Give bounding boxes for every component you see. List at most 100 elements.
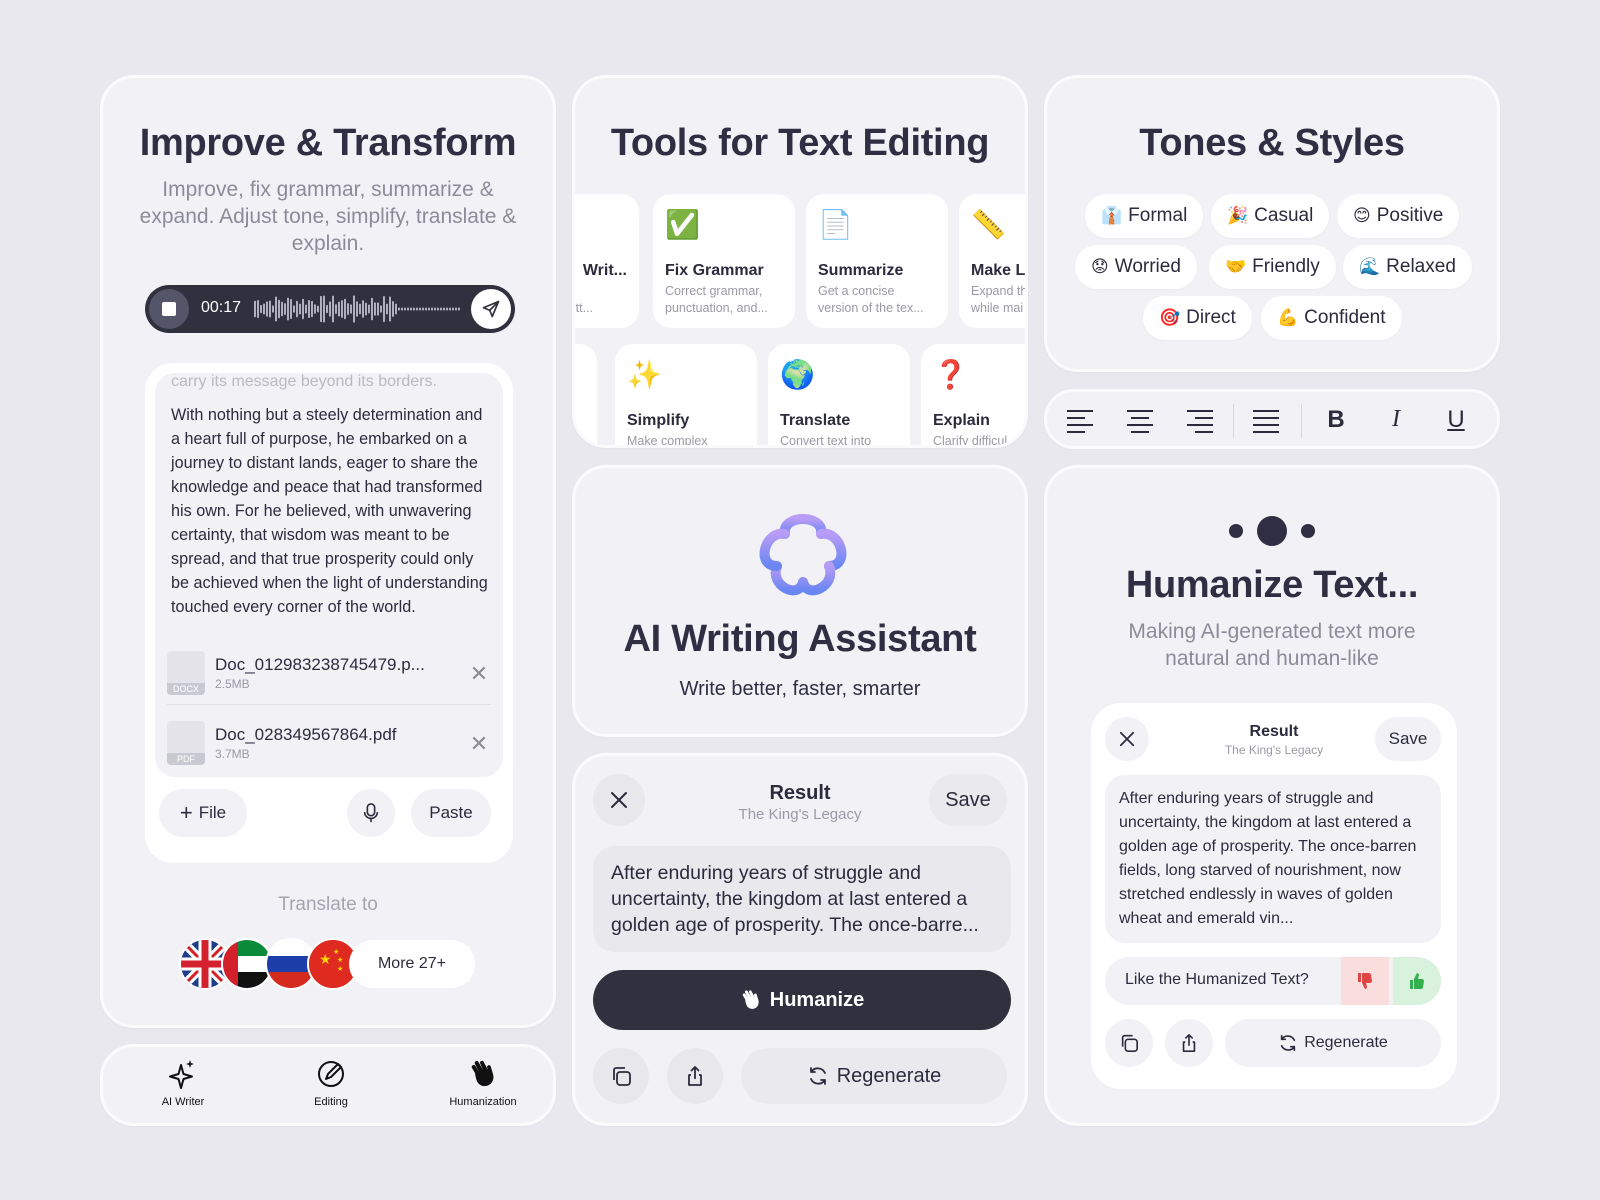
underline-button[interactable]: U (1443, 406, 1469, 434)
tones-card: Tones & Styles 👔 Formal 🎉 Casual 😊 Positive… (1044, 75, 1500, 372)
send-icon (482, 300, 500, 318)
assistant-subtitle: Write better, faster, smarter (679, 678, 921, 700)
tool-fix-grammar[interactable]: ✅ Fix Grammar Correct grammar, punctuati… (653, 194, 795, 328)
pdf-file-icon: PDF (167, 721, 205, 765)
waving-hand-icon (742, 990, 759, 1009)
language-picker: ★ ★ ★ ★ More 27+ (179, 938, 479, 990)
italic-button[interactable]: I (1383, 406, 1409, 433)
share-button[interactable] (1165, 1019, 1213, 1067)
more-languages-button[interactable]: More 27+ (349, 940, 475, 988)
tone-formal[interactable]: 👔 Formal (1085, 194, 1204, 238)
copy-button[interactable] (1105, 1019, 1153, 1067)
align-right-icon[interactable] (1185, 408, 1215, 434)
copy-icon (1121, 1034, 1138, 1052)
tone-relaxed[interactable]: 🌊 Relaxed (1343, 245, 1472, 289)
share-button[interactable] (667, 1048, 723, 1104)
improve-subtitle: Improve, fix grammar, summarize & expand… (139, 178, 517, 255)
assistant-logo-icon (759, 514, 847, 596)
nav-humanization[interactable]: Humanization (433, 1059, 533, 1108)
tool-explain[interactable]: ❓ Explain Clarify difficul (921, 344, 1025, 445)
result-card: Result The King's Legacy Save After endu… (572, 753, 1028, 1126)
refresh-icon (1281, 1034, 1296, 1052)
toolbar-divider (1301, 404, 1302, 438)
align-justify-icon[interactable] (1251, 408, 1281, 434)
align-left-icon[interactable] (1065, 408, 1095, 434)
ruler-icon: 📏 (971, 208, 1006, 241)
file-size: 3.7MB (215, 747, 250, 761)
microphone-button[interactable] (347, 789, 395, 837)
nav-ai-writer[interactable]: AI Writer (143, 1059, 223, 1108)
humanize-subtitle: Making AI-generated text more natural an… (1128, 620, 1416, 670)
tone-positive[interactable]: 😊 Positive (1337, 194, 1460, 238)
bold-button[interactable]: B (1323, 406, 1349, 434)
tones-title: Tones & Styles (1139, 122, 1405, 164)
regenerate-button[interactable]: Regenerate (1225, 1019, 1441, 1067)
file-item: DOCX Doc_012983238745479.p... 2.5MB ✕ (167, 643, 491, 705)
text-area[interactable]: carry its message beyond its borders. Wi… (155, 373, 503, 777)
share-icon (1182, 1034, 1196, 1052)
feedback-question: Like the Humanized Text? (1125, 971, 1309, 988)
sparkles-icon: ✨ (627, 358, 662, 391)
wave-icon: 🌊 (1359, 257, 1381, 277)
nav-editing[interactable]: Editing (291, 1059, 371, 1108)
waveform (254, 295, 460, 323)
tone-friendly[interactable]: 🤝 Friendly (1209, 245, 1336, 289)
question-mark-icon: ❓ (933, 358, 968, 391)
dislike-button[interactable] (1341, 957, 1389, 1005)
edit-circle-icon (318, 1061, 344, 1087)
tools-card: Tools for Text Editing Writ... larity or… (572, 75, 1028, 448)
paste-button[interactable]: Paste (411, 789, 491, 837)
worried-face-icon: 😟 (1091, 257, 1109, 277)
refresh-icon (809, 1067, 826, 1085)
like-button[interactable] (1393, 957, 1441, 1005)
party-icon: 🎉 (1227, 206, 1249, 226)
stop-icon (162, 302, 176, 316)
tool-summarize[interactable]: 📄 Summarize Get a concise version of the… (806, 194, 948, 328)
humanize-result-panel: Result The King's Legacy Save After endu… (1091, 703, 1457, 1089)
toolbar-divider (1233, 404, 1234, 438)
assistant-card: AI Writing Assistant Write better, faste… (572, 465, 1028, 737)
svg-text:★: ★ (337, 965, 343, 973)
tone-confident[interactable]: 💪 Confident (1261, 296, 1402, 340)
add-file-button[interactable]: + File (159, 789, 247, 837)
improve-transform-card: Improve & Transform Improve, fix grammar… (100, 75, 556, 1028)
humanize-card: Humanize Text... Making AI-generated tex… (1044, 465, 1500, 1126)
tool-simplify[interactable]: ✨ Simplify Make complex (615, 344, 757, 445)
tool-make-longer[interactable]: 📏 Make Lo Expand th while mai (959, 194, 1025, 328)
svg-text:★: ★ (333, 948, 339, 956)
file-name: Doc_028349567864.pdf (215, 725, 397, 744)
tone-worried[interactable]: 😟 Worried (1075, 245, 1197, 289)
close-icon: ✕ (469, 731, 489, 756)
waving-hand-icon (471, 1060, 494, 1087)
formatting-toolbar: B I U (1044, 389, 1500, 449)
tool-translate[interactable]: 🌍 Translate Convert text into (768, 344, 910, 445)
docx-file-icon: DOCX (167, 651, 205, 695)
save-button[interactable]: Save (1375, 717, 1441, 761)
svg-text:★: ★ (337, 956, 343, 964)
tools-title: Tools for Text Editing (610, 122, 990, 164)
check-mark-icon: ✅ (665, 208, 700, 241)
text-content: With nothing but a steely determination … (171, 406, 488, 616)
tone-direct[interactable]: 🎯 Direct (1143, 296, 1252, 340)
text-fade-line: carry its message beyond its borders. (171, 373, 437, 390)
result-text: After enduring years of struggle and unc… (593, 846, 1011, 952)
thumbs-down-icon (1358, 973, 1372, 989)
send-button[interactable] (471, 289, 511, 329)
align-center-icon[interactable] (1125, 408, 1155, 434)
tool-write[interactable]: Writ... larity or bett... (575, 194, 639, 328)
remove-file-button[interactable]: ✕ (467, 661, 491, 687)
handshake-icon: 🤝 (1225, 257, 1247, 277)
remove-file-button[interactable]: ✕ (467, 731, 491, 757)
file-name: Doc_012983238745479.p... (215, 655, 425, 674)
nav-label: Humanization (449, 1096, 517, 1108)
regenerate-button[interactable]: Regenerate (741, 1048, 1007, 1104)
save-button[interactable]: Save (929, 774, 1007, 826)
tool-partial[interactable] (575, 344, 597, 445)
close-icon: ✕ (469, 661, 489, 686)
file-item: PDF Doc_028349567864.pdf 3.7MB ✕ (167, 715, 491, 771)
humanize-button[interactable]: Humanize (593, 970, 1011, 1030)
stop-button[interactable] (149, 289, 189, 329)
tone-casual[interactable]: 🎉 Casual (1211, 194, 1330, 238)
copy-button[interactable] (593, 1048, 649, 1104)
nav-label: Editing (314, 1096, 348, 1108)
